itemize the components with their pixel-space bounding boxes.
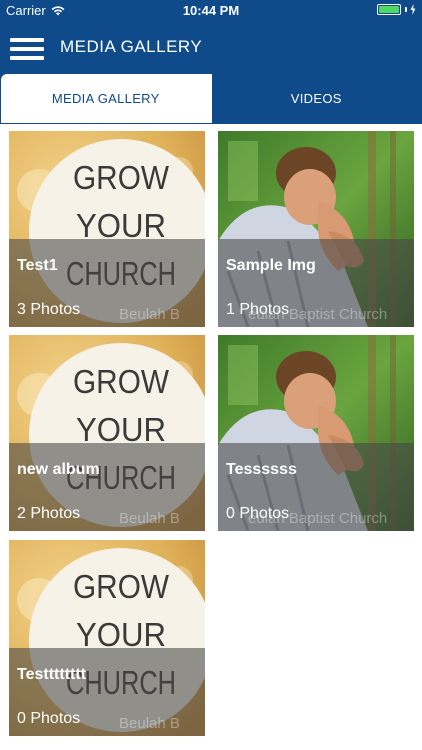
album-watermark: Beulah B xyxy=(119,510,180,527)
album-card[interactable]: GROW YOUR CHURCH Beulah B Test1 3 Photos xyxy=(9,131,205,327)
album-photo-count: 0 Photos xyxy=(226,505,290,522)
page-title: MEDIA GALLERY xyxy=(60,37,203,56)
thumb-line-1: GROW xyxy=(73,159,170,196)
status-time: 10:44 PM xyxy=(182,3,240,18)
album-photo-count: 3 Photos xyxy=(17,301,81,318)
thumb-line-1: GROW xyxy=(73,363,170,400)
hamburger-menu-icon[interactable] xyxy=(10,36,46,62)
album-photo-count: 1 Photos xyxy=(226,301,290,318)
thumb-line-1: GROW xyxy=(73,568,170,605)
status-bar: Carrier 10:44 PM xyxy=(0,0,422,22)
bolt-icon xyxy=(410,4,416,15)
tab-bar: MEDIA GALLERY VIDEOS xyxy=(0,74,422,124)
tab-videos[interactable]: VIDEOS xyxy=(210,74,421,123)
album-title: new album xyxy=(17,461,100,478)
battery-icon xyxy=(377,4,401,15)
album-title: Sample Img xyxy=(226,257,316,274)
album-photo-count: 0 Photos xyxy=(17,710,81,727)
album-photo-count: 2 Photos xyxy=(17,505,81,522)
battery-tip xyxy=(405,7,407,12)
album-title: Tessssss xyxy=(226,461,297,478)
album-card[interactable]: eulah Baptist Church Sample Img 1 Photos xyxy=(218,131,414,327)
album-watermark: Beulah B xyxy=(119,715,180,732)
status-right xyxy=(377,4,416,15)
album-card[interactable]: GROW YOUR CHURCH Beulah B Testttttttt 0 … xyxy=(9,540,205,736)
album-card[interactable]: GROW YOUR CHURCH Beulah B new album 2 Ph… xyxy=(9,335,205,531)
album-title: Test1 xyxy=(17,257,58,274)
album-watermark: Beulah B xyxy=(119,306,180,323)
nav-bar: MEDIA GALLERY xyxy=(0,22,422,74)
tab-media-gallery[interactable]: MEDIA GALLERY xyxy=(1,74,211,123)
album-card[interactable]: eulah Baptist Church Tessssss 0 Photos xyxy=(218,335,414,531)
album-title: Testttttttt xyxy=(17,666,87,683)
